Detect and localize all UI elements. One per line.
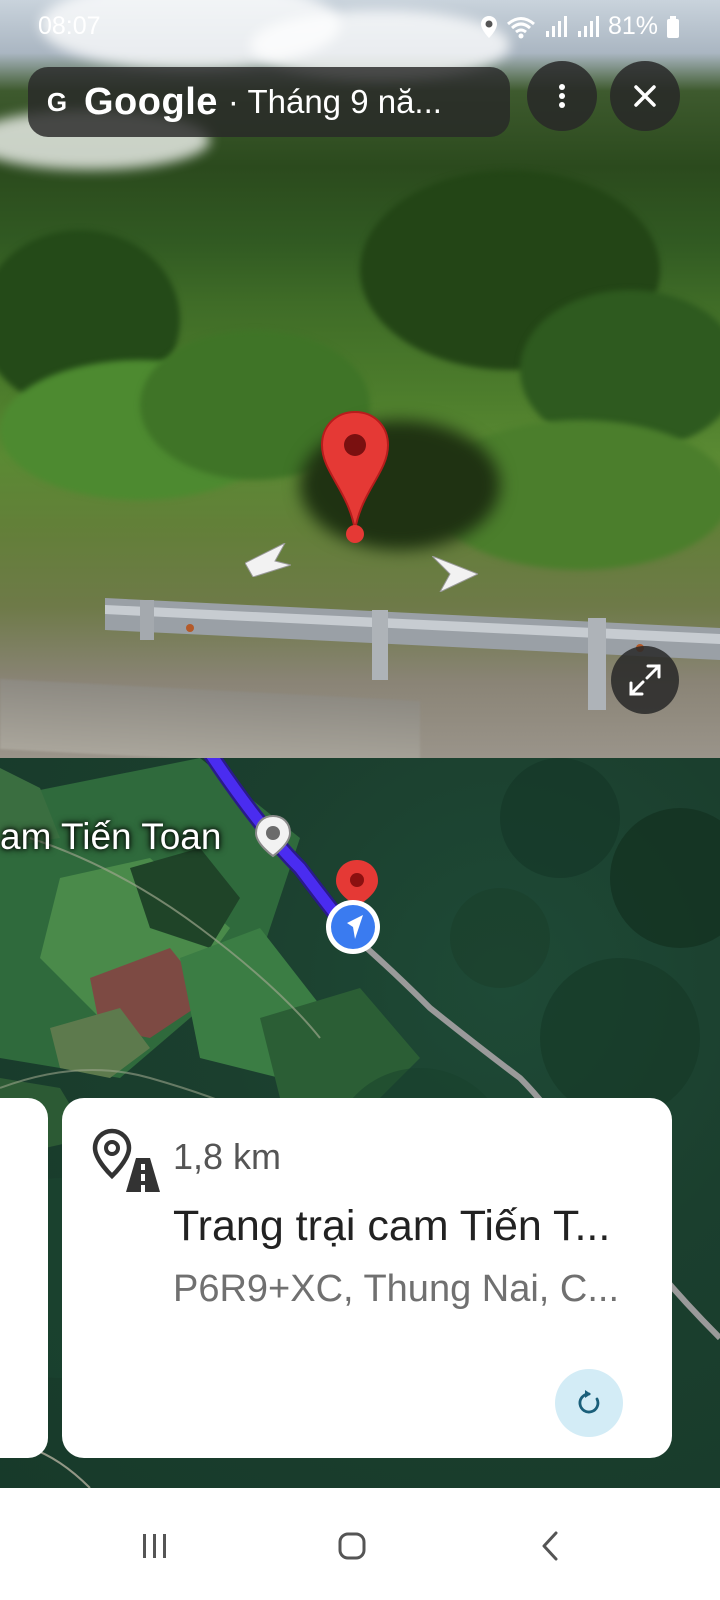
previous-place-card[interactable]	[0, 1098, 48, 1458]
home-icon	[338, 1532, 366, 1560]
signal-icon	[545, 15, 567, 37]
signal-icon	[577, 15, 599, 37]
place-distance: 1,8 km	[173, 1136, 282, 1177]
pan-right-arrow-icon[interactable]	[432, 556, 478, 592]
back-button[interactable]	[520, 1516, 580, 1576]
close-icon	[634, 85, 656, 107]
location-icon	[480, 15, 497, 38]
refresh-icon	[578, 1390, 600, 1414]
refresh-button[interactable]	[555, 1369, 623, 1437]
close-button[interactable]	[610, 61, 680, 131]
current-location-icon[interactable]	[323, 897, 383, 957]
recents-icon	[143, 1534, 166, 1558]
place-marker-icon[interactable]	[253, 814, 293, 858]
place-card[interactable]: 1,8 km Trang trại cam Tiến T... P6R9+XC,…	[62, 1098, 672, 1458]
map-place-label[interactable]: am Tiến Toan	[0, 816, 221, 858]
battery-icon	[667, 15, 679, 38]
google-g-icon: G	[46, 87, 68, 117]
status-bar: 08:07 81%	[0, 0, 720, 52]
system-nav-bar	[0, 1488, 720, 1600]
wifi-icon	[506, 16, 535, 38]
battery-percent: 81%	[607, 12, 658, 40]
imagery-info-bar[interactable]: G Google · Tháng 9 nă...	[28, 67, 510, 137]
home-button[interactable]	[322, 1516, 382, 1576]
brand-label: Google	[84, 80, 218, 123]
pan-left-arrow-icon[interactable]	[245, 543, 291, 577]
status-time: 08:07	[38, 12, 101, 40]
expand-icon	[629, 664, 661, 696]
capture-date: · Tháng 9 nă...	[227, 83, 442, 120]
location-pin-icon[interactable]	[320, 410, 390, 545]
more-options-button[interactable]	[527, 61, 597, 131]
place-title[interactable]: Trang trại cam Tiến T...	[173, 1202, 610, 1251]
recents-button[interactable]	[125, 1516, 185, 1576]
street-view-panorama[interactable]: 08:07 81% G Google · Tháng 9 nă...	[0, 0, 720, 758]
back-icon	[542, 1531, 558, 1561]
place-road-icon	[92, 1128, 160, 1192]
place-address: P6R9+XC, Thung Nai, C...	[173, 1268, 620, 1310]
expand-button[interactable]	[611, 646, 679, 714]
more-vert-icon	[559, 84, 565, 108]
